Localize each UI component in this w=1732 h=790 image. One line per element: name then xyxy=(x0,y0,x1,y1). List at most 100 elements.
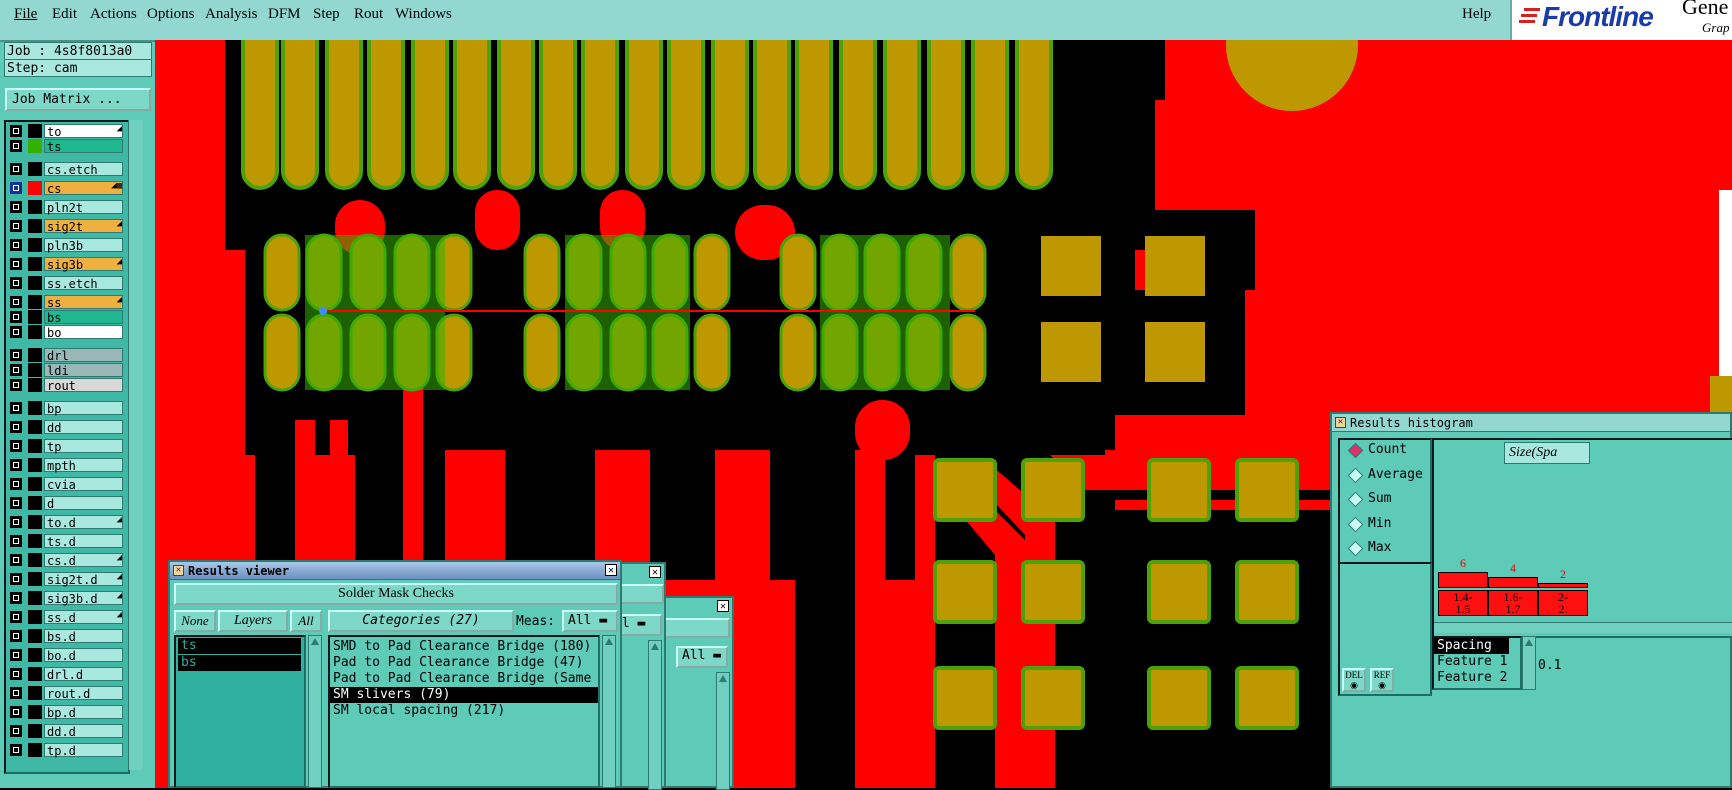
layer-name[interactable]: bs.d xyxy=(44,629,123,644)
layer-checkbox[interactable] xyxy=(10,220,22,232)
menu-rout[interactable]: Rout xyxy=(354,6,383,23)
field-item[interactable]: Feature 1 xyxy=(1434,654,1520,670)
layer-checkbox[interactable] xyxy=(10,630,22,642)
layer-name[interactable]: ldi xyxy=(44,363,123,378)
layer-color-swatch[interactable] xyxy=(28,458,42,472)
layer-row-cvia[interactable]: cvia xyxy=(8,477,124,492)
scroll-up-icon[interactable] xyxy=(719,675,727,682)
meas-dropdown-back-2[interactable]: All ▬ xyxy=(676,646,728,668)
layer-checkbox[interactable] xyxy=(10,649,22,661)
layer-name[interactable]: cvia xyxy=(44,477,123,492)
layer-checkbox[interactable] xyxy=(10,744,22,756)
layer-color-swatch[interactable] xyxy=(28,325,42,339)
layer-color-swatch[interactable] xyxy=(28,219,42,233)
layer-color-swatch[interactable] xyxy=(28,705,42,719)
layer-color-swatch[interactable] xyxy=(28,477,42,491)
layer-color-swatch[interactable] xyxy=(28,257,42,271)
histogram-bar[interactable] xyxy=(1538,583,1588,588)
layer-row-d[interactable]: d xyxy=(8,496,124,511)
layer-color-swatch[interactable] xyxy=(28,295,42,309)
layer-list-scrollbar[interactable] xyxy=(128,120,143,770)
layer-name[interactable]: sig3b.d xyxy=(44,591,123,606)
layer-row-cs-d[interactable]: cs.d ◢ xyxy=(8,553,124,568)
category-list-scrollbar[interactable] xyxy=(602,635,616,788)
layer-row-bo[interactable]: bo xyxy=(8,325,124,340)
layer-color-swatch[interactable] xyxy=(28,686,42,700)
layer-checkbox[interactable] xyxy=(10,163,22,175)
layer-color-swatch[interactable] xyxy=(28,200,42,214)
layer-name[interactable]: mpth xyxy=(44,458,123,473)
layer-color-swatch[interactable] xyxy=(28,743,42,757)
layer-row-dd-d[interactable]: dd.d xyxy=(8,724,124,739)
menu-analysis[interactable]: Analysis xyxy=(205,6,258,23)
histogram-plot[interactable]: Size(Spa 6 1.4- 1.5 4 1.6- 1.7 2 2- 2. xyxy=(1432,438,1732,638)
layer-row-cs[interactable]: cs ◢▦ xyxy=(8,181,124,196)
layer-checkbox[interactable] xyxy=(10,258,22,270)
layer-color-swatch[interactable] xyxy=(28,496,42,510)
layer-checkbox[interactable] xyxy=(10,497,22,509)
layer-checkbox[interactable] xyxy=(10,421,22,433)
layer-name[interactable]: bs xyxy=(44,310,123,325)
layer-color-swatch[interactable] xyxy=(28,534,42,548)
layer-checkbox[interactable] xyxy=(10,125,22,137)
layer-checkbox[interactable] xyxy=(10,402,22,414)
layer-color-swatch[interactable] xyxy=(28,378,42,392)
layer-row-to[interactable]: to ◢ xyxy=(8,124,124,139)
layer-row-bs-d[interactable]: bs.d xyxy=(8,629,124,644)
layer-color-swatch[interactable] xyxy=(28,572,42,586)
layer-checkbox[interactable] xyxy=(10,668,22,680)
layer-checkbox[interactable] xyxy=(10,326,22,338)
mode-count-radio[interactable]: Count xyxy=(1346,440,1407,460)
layer-color-swatch[interactable] xyxy=(28,139,42,153)
layer-checkbox[interactable] xyxy=(10,140,22,152)
histogram-bar[interactable] xyxy=(1488,577,1538,588)
menu-file[interactable]: File xyxy=(14,6,37,23)
layer-row-ts[interactable]: ts xyxy=(8,139,124,154)
histogram-hscrollbar[interactable] xyxy=(1434,622,1732,633)
scroll-up-icon[interactable] xyxy=(1525,639,1533,646)
layer-name[interactable]: bo xyxy=(44,325,123,340)
histogram-bar[interactable] xyxy=(1438,572,1488,588)
layer-checkbox[interactable] xyxy=(10,182,22,194)
layer-name[interactable]: pln3b xyxy=(44,238,123,253)
layer-checkbox[interactable] xyxy=(10,573,22,585)
layer-name[interactable]: bp.d xyxy=(44,705,123,720)
layer-checkbox[interactable] xyxy=(10,311,22,323)
layer-color-swatch[interactable] xyxy=(28,553,42,567)
layer-name[interactable]: to xyxy=(44,124,123,139)
layer-color-swatch[interactable] xyxy=(28,363,42,377)
scroll-up-icon[interactable] xyxy=(311,638,319,645)
menu-dfm[interactable]: DFM xyxy=(268,6,301,23)
layer-row-ss[interactable]: ss ◢ xyxy=(8,295,124,310)
layer-name[interactable]: cs.etch xyxy=(44,162,123,177)
results-viewer-titlebar[interactable]: ✕ Results viewer ✕ xyxy=(170,562,620,580)
layer-checkbox[interactable] xyxy=(10,277,22,289)
layer-name[interactable]: dd.d xyxy=(44,724,123,739)
layer-color-swatch[interactable] xyxy=(28,348,42,362)
close-icon[interactable]: ✕ xyxy=(605,564,617,576)
layer-checkbox[interactable] xyxy=(10,516,22,528)
layer-checkbox[interactable] xyxy=(10,459,22,471)
layer-checkbox[interactable] xyxy=(10,554,22,566)
layer-name[interactable]: sig2t xyxy=(44,219,123,234)
layer-checkbox[interactable] xyxy=(10,296,22,308)
layer-results-scrollbar[interactable] xyxy=(308,635,322,788)
layer-row-drl[interactable]: drl xyxy=(8,348,124,363)
layer-name[interactable]: drl.d xyxy=(44,667,123,682)
layer-name[interactable]: drl xyxy=(44,348,123,363)
layer-name[interactable]: ss.etch xyxy=(44,276,123,291)
layer-name[interactable]: pln2t xyxy=(44,200,123,215)
window-menu-icon[interactable]: ✕ xyxy=(173,565,184,576)
layer-row-pln3b[interactable]: pln3b xyxy=(8,238,124,253)
ref-button[interactable]: REF ◉ xyxy=(1370,668,1394,692)
layer-color-swatch[interactable] xyxy=(28,648,42,662)
menu-step[interactable]: Step xyxy=(313,6,340,23)
layer-checkbox[interactable] xyxy=(10,725,22,737)
job-matrix-button[interactable]: Job Matrix ... xyxy=(5,88,151,111)
del-button[interactable]: DEL ◉ xyxy=(1342,668,1366,692)
layer-name[interactable]: to.d xyxy=(44,515,123,530)
layer-row-tp[interactable]: tp xyxy=(8,439,124,454)
layer-color-swatch[interactable] xyxy=(28,591,42,605)
category-item[interactable]: Pad to Pad Clearance Bridge (Same xyxy=(330,671,598,687)
mode-sum-radio[interactable]: Sum xyxy=(1346,489,1391,509)
